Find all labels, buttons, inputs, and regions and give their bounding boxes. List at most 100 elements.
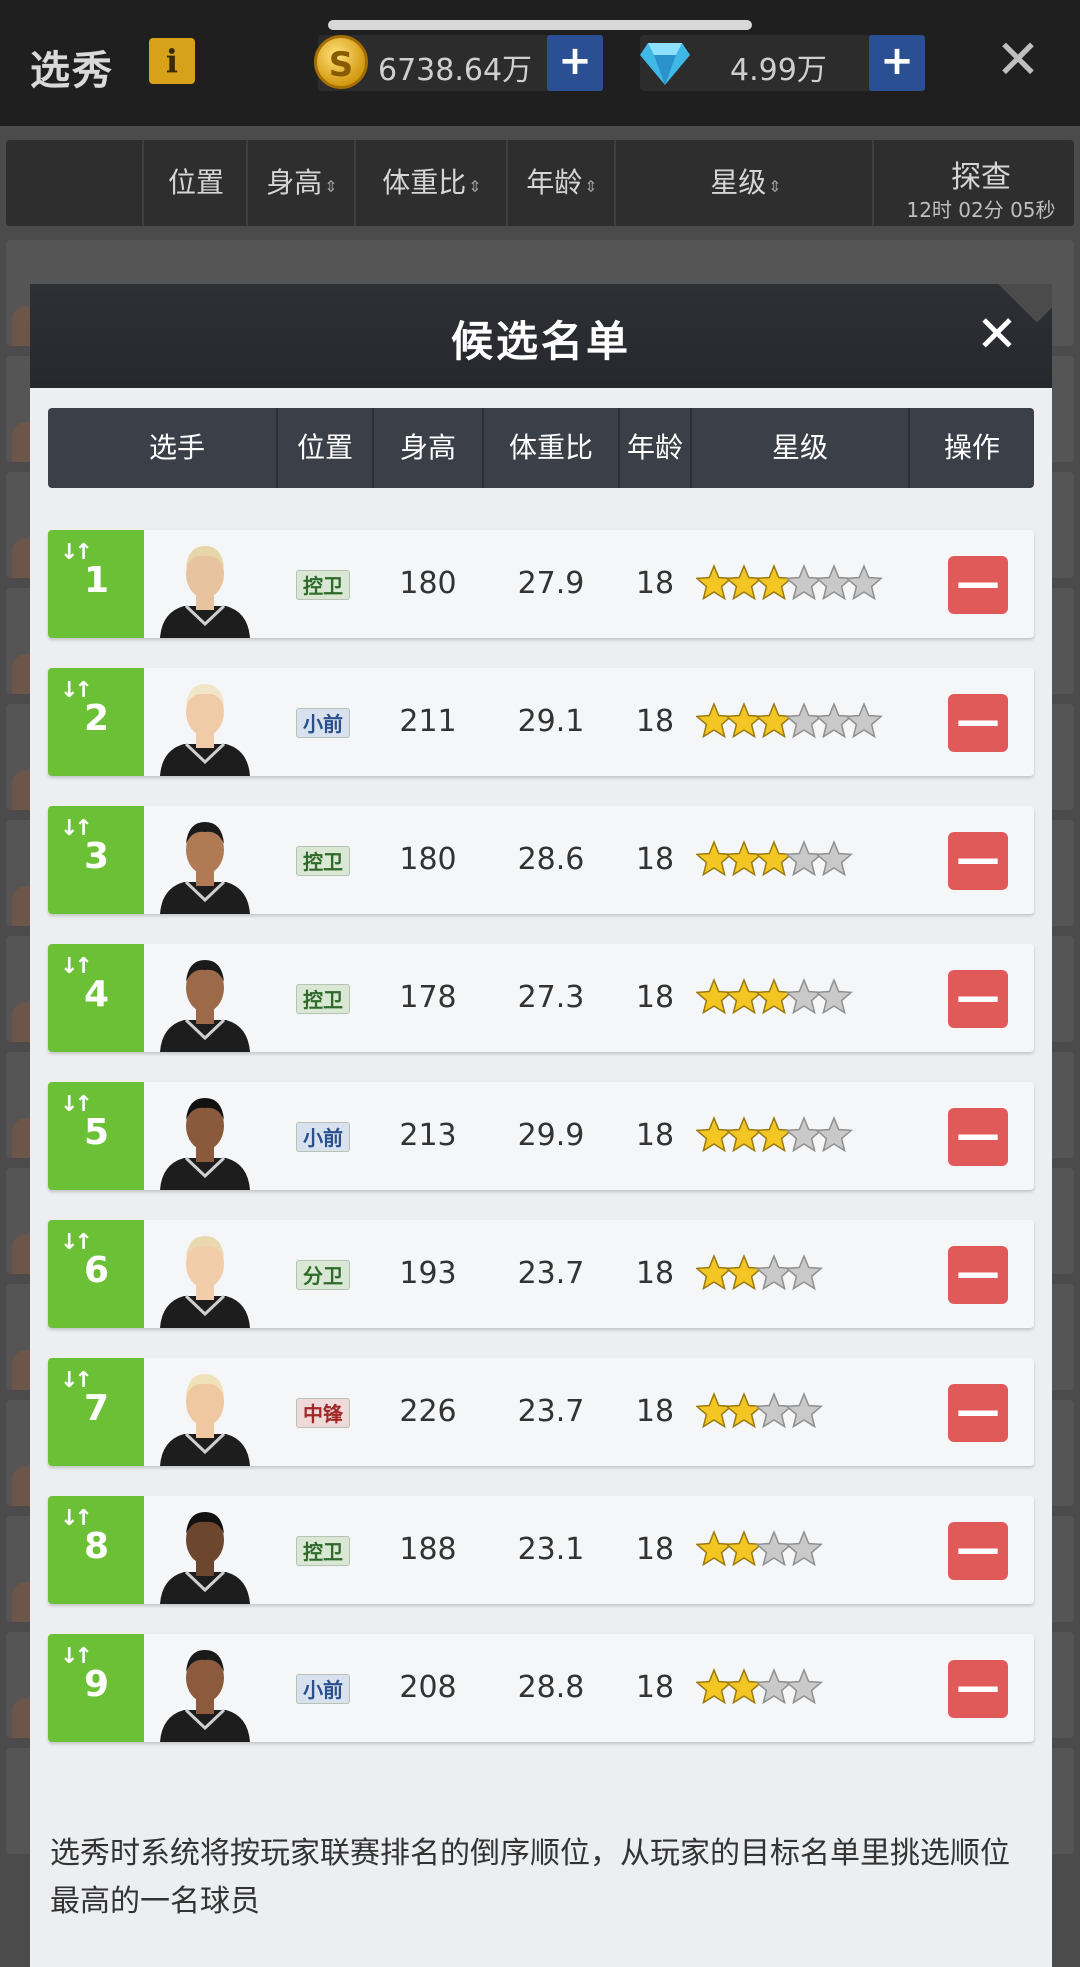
star-empty-icon bbox=[845, 564, 883, 601]
table-row: ↓↑ 4 控卫 178 27.3 18 — bbox=[48, 944, 1034, 1052]
coin-balance: S 6738.64万 + bbox=[314, 35, 603, 91]
rank-number: 2 bbox=[84, 698, 110, 739]
position-badge: 控卫 bbox=[296, 570, 350, 600]
star-filled-icon bbox=[725, 840, 763, 877]
sort-icon: ⇕ bbox=[468, 177, 482, 196]
reorder-handle[interactable]: ↓↑ 5 bbox=[48, 1082, 144, 1190]
col-position: 位置 bbox=[296, 431, 353, 464]
reorder-handle[interactable]: ↓↑ 4 bbox=[48, 944, 144, 1052]
player-avatar bbox=[160, 684, 250, 776]
close-icon[interactable]: ✕ bbox=[992, 33, 1044, 87]
star-rating bbox=[696, 1254, 823, 1291]
bg-col-position[interactable]: 位置 bbox=[146, 140, 246, 226]
height-value: 193 bbox=[399, 1256, 457, 1291]
star-filled-icon bbox=[696, 1668, 733, 1705]
scout-timer: 12时 02分 05秒 bbox=[906, 198, 1056, 222]
star-filled-icon bbox=[755, 702, 793, 739]
age-value: 18 bbox=[635, 1670, 675, 1705]
bg-col-stars[interactable]: 星级 ⇕ bbox=[618, 140, 874, 226]
sort-icon: ⇕ bbox=[324, 177, 338, 196]
reorder-handle[interactable]: ↓↑ 2 bbox=[48, 668, 144, 776]
remove-button[interactable]: — bbox=[948, 556, 1008, 614]
age-value: 18 bbox=[635, 566, 675, 601]
star-empty-icon bbox=[785, 702, 823, 739]
reorder-handle[interactable]: ↓↑ 7 bbox=[48, 1358, 144, 1466]
star-empty-icon bbox=[815, 1116, 853, 1153]
remove-button[interactable]: — bbox=[948, 1660, 1008, 1718]
remove-button[interactable]: — bbox=[948, 1522, 1008, 1580]
star-empty-icon bbox=[785, 1530, 823, 1567]
remove-button[interactable]: — bbox=[948, 970, 1008, 1028]
weight-ratio-value: 29.1 bbox=[517, 704, 585, 739]
divider bbox=[142, 140, 144, 226]
weight-ratio-value: 28.6 bbox=[517, 842, 585, 877]
star-empty-icon bbox=[785, 1116, 823, 1153]
star-rating bbox=[696, 1392, 823, 1429]
reorder-handle[interactable]: ↓↑ 9 bbox=[48, 1634, 144, 1742]
weight-ratio-value: 23.1 bbox=[517, 1532, 585, 1567]
bg-col-height[interactable]: 身高 ⇕ bbox=[250, 140, 354, 226]
reorder-handle[interactable]: ↓↑ 6 bbox=[48, 1220, 144, 1328]
star-empty-icon bbox=[815, 978, 853, 1015]
divider bbox=[354, 140, 356, 226]
star-empty-icon bbox=[785, 564, 823, 601]
bg-col-weight[interactable]: 体重比 ⇕ bbox=[358, 140, 506, 226]
star-filled-icon bbox=[725, 1392, 763, 1429]
star-empty-icon bbox=[815, 840, 853, 877]
star-empty-icon bbox=[815, 702, 853, 739]
rank-number: 1 bbox=[84, 560, 110, 601]
remove-button[interactable]: — bbox=[948, 694, 1008, 752]
reorder-handle[interactable]: ↓↑ 3 bbox=[48, 806, 144, 914]
star-rating bbox=[696, 564, 883, 601]
age-value: 18 bbox=[635, 842, 675, 877]
star-empty-icon bbox=[785, 978, 823, 1015]
remove-button[interactable]: — bbox=[948, 832, 1008, 890]
background-list-header: 位置 身高 ⇕ 体重比 ⇕ 年龄 ⇕ 星级 ⇕ 探查 12时 02分 05秒 bbox=[6, 140, 1074, 226]
weight-ratio-value: 23.7 bbox=[517, 1394, 585, 1429]
star-filled-icon bbox=[696, 978, 733, 1015]
position-badge: 小前 bbox=[296, 1674, 350, 1704]
height-value: 180 bbox=[399, 842, 457, 877]
age-value: 18 bbox=[635, 704, 675, 739]
remove-button[interactable]: — bbox=[948, 1384, 1008, 1442]
age-value: 18 bbox=[635, 1118, 675, 1153]
star-rating bbox=[696, 978, 853, 1015]
reorder-handle[interactable]: ↓↑ 8 bbox=[48, 1496, 144, 1604]
bg-col-label: 体重比 bbox=[382, 166, 467, 199]
close-icon[interactable]: ✕ bbox=[970, 308, 1024, 362]
bg-col-age[interactable]: 年龄 ⇕ bbox=[510, 140, 614, 226]
top-bar: 选秀 i S 6738.64万 + 4.99万 + ✕ bbox=[0, 0, 1080, 126]
table-row: ↓↑ 9 小前 208 28.8 18 — bbox=[48, 1634, 1034, 1742]
status-notch bbox=[328, 20, 752, 30]
star-empty-icon bbox=[815, 564, 853, 601]
info-button[interactable]: i bbox=[149, 38, 195, 84]
player-avatar bbox=[160, 1650, 250, 1742]
player-avatar bbox=[160, 822, 250, 914]
position-badge: 控卫 bbox=[296, 846, 350, 876]
add-coins-button[interactable]: + bbox=[547, 35, 603, 91]
star-empty-icon bbox=[785, 1392, 823, 1429]
star-empty-icon bbox=[845, 702, 883, 739]
rank-number: 5 bbox=[84, 1112, 110, 1153]
remove-button[interactable]: — bbox=[948, 1246, 1008, 1304]
star-filled-icon bbox=[725, 702, 763, 739]
star-filled-icon bbox=[696, 564, 733, 601]
dialog-header: 候选名单 ✕ bbox=[30, 284, 1052, 388]
age-value: 18 bbox=[635, 980, 675, 1015]
reorder-handle[interactable]: ↓↑ 1 bbox=[48, 530, 144, 638]
table-row: ↓↑ 1 控卫 180 27.9 18 — bbox=[48, 530, 1034, 638]
add-gems-button[interactable]: + bbox=[869, 35, 925, 91]
player-avatar bbox=[160, 546, 250, 638]
bg-col-label: 身高 bbox=[266, 166, 323, 199]
remove-button[interactable]: — bbox=[948, 1108, 1008, 1166]
table-row: ↓↑ 3 控卫 180 28.6 18 — bbox=[48, 806, 1034, 914]
star-empty-icon bbox=[785, 1254, 823, 1291]
star-filled-icon bbox=[696, 1254, 733, 1291]
height-value: 178 bbox=[399, 980, 457, 1015]
position-badge: 中锋 bbox=[296, 1398, 350, 1428]
star-rating bbox=[696, 1668, 823, 1705]
height-value: 211 bbox=[399, 704, 457, 739]
star-filled-icon bbox=[696, 840, 733, 877]
weight-ratio-value: 29.9 bbox=[517, 1118, 585, 1153]
star-empty-icon bbox=[755, 1668, 793, 1705]
